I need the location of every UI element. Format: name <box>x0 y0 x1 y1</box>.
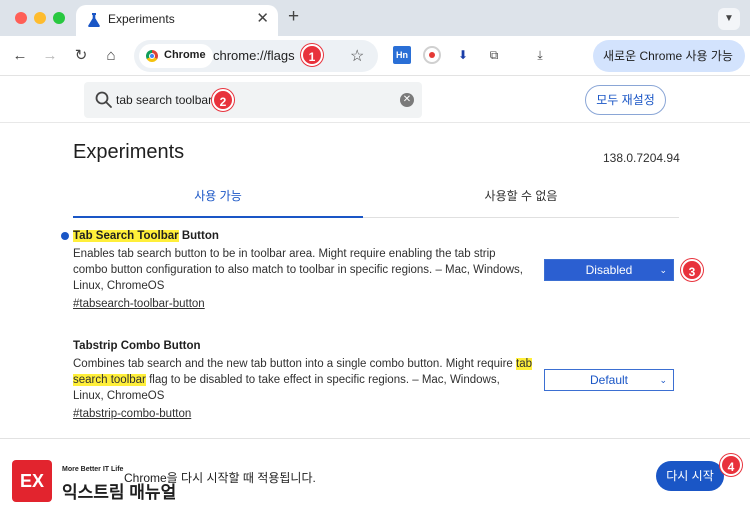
tab-strip: Experiments ✕ + ▼ <box>0 0 750 36</box>
version-text: 138.0.7204.94 <box>603 151 680 165</box>
tab-unavailable[interactable]: 사용할 수 없음 <box>363 180 679 218</box>
forward-icon[interactable]: → <box>38 44 62 68</box>
tab-experiments[interactable]: Experiments ✕ <box>76 5 278 36</box>
chip-label: Chrome <box>164 49 206 61</box>
close-tab-icon[interactable]: ✕ <box>256 10 269 28</box>
page-title: Experiments <box>73 141 185 163</box>
extensions-puzzle-icon[interactable]: ⧉ <box>485 46 503 64</box>
browser-toolbar: ← → ↻ ⌂ Chrome chrome://flags ☆ Hn ⬇ ⧉ ⤓… <box>0 36 750 76</box>
flask-icon <box>88 13 100 27</box>
url-text[interactable]: chrome://flags <box>213 48 295 63</box>
minimize-window-button[interactable] <box>34 12 46 24</box>
search-input[interactable] <box>116 82 396 118</box>
flag-state-select[interactable]: Default ⌄ <box>544 369 674 391</box>
flag-anchor-link[interactable]: #tabstrip-combo-button <box>73 406 191 422</box>
modified-indicator-dot <box>61 232 69 240</box>
experiments-tabs: 사용 가능 사용할 수 없음 <box>73 180 679 218</box>
flag-item-tab-search-toolbar: Tab Search Toolbar Button Enables tab se… <box>61 228 543 312</box>
watermark-name: 익스트림 매뉴얼 <box>62 483 177 502</box>
watermark-logo: EX <box>12 460 52 502</box>
downloads-icon[interactable]: ⤓ <box>531 46 549 64</box>
address-bar[interactable]: Chrome chrome://flags ☆ <box>134 40 378 72</box>
flags-search-bar: ✕ 모두 재설정 <box>0 77 750 123</box>
flag-anchor-link[interactable]: #tabsearch-toolbar-button <box>73 296 205 312</box>
search-box[interactable]: ✕ <box>84 82 422 118</box>
clear-search-icon[interactable]: ✕ <box>400 93 414 107</box>
flag-state-value: Default <box>589 373 629 387</box>
new-tab-button[interactable]: + <box>288 6 299 28</box>
flag-state-value: Disabled <box>585 263 633 277</box>
extension-download-arrow-icon[interactable]: ⬇ <box>454 46 472 64</box>
flag-state-select[interactable]: Disabled ⌄ <box>544 259 674 281</box>
flag-name-rest: Button <box>178 230 219 242</box>
flag-description-part: Combines tab search and the new tab butt… <box>73 358 517 370</box>
step-marker: 1 <box>301 44 323 66</box>
update-chrome-button[interactable]: 새로운 Chrome 사용 가능 <box>593 40 745 72</box>
close-window-button[interactable] <box>15 12 27 24</box>
chrome-logo-icon <box>146 50 158 62</box>
flag-description: Combines tab search and the new tab butt… <box>73 356 533 404</box>
home-icon[interactable]: ⌂ <box>99 44 123 68</box>
site-info-chip[interactable]: Chrome <box>139 44 213 68</box>
reload-icon[interactable]: ↻ <box>69 44 93 68</box>
flag-name: Tabstrip Combo Button <box>73 340 201 352</box>
step-marker: 4 <box>720 454 742 476</box>
extension-hn-icon[interactable]: Hn <box>393 46 411 64</box>
search-icon <box>95 91 112 108</box>
back-icon[interactable]: ← <box>8 44 32 68</box>
extension-record-icon[interactable] <box>423 46 441 64</box>
reset-all-button[interactable]: 모두 재설정 <box>585 85 666 115</box>
restart-button[interactable]: 다시 시작 <box>656 461 724 491</box>
zoom-window-button[interactable] <box>53 12 65 24</box>
watermark-tagline: More Better IT Life <box>62 466 124 473</box>
flag-description: Enables tab search button to be in toolb… <box>73 248 524 292</box>
tab-search-menu-button[interactable]: ▼ <box>718 8 740 30</box>
flag-item-tabstrip-combo: Tabstrip Combo Button Combines tab searc… <box>73 338 543 422</box>
tab-available[interactable]: 사용 가능 <box>73 180 363 218</box>
tab-title: Experiments <box>108 12 175 26</box>
flag-name: Tab Search Toolbar Button <box>73 228 543 244</box>
step-marker: 2 <box>212 89 234 111</box>
chevron-down-icon: ⌄ <box>659 375 667 385</box>
step-marker: 3 <box>681 259 703 281</box>
chevron-down-icon: ⌄ <box>659 265 667 275</box>
flag-name-highlight: Tab Search Toolbar <box>73 230 179 242</box>
bookmark-star-icon[interactable]: ☆ <box>350 46 364 66</box>
